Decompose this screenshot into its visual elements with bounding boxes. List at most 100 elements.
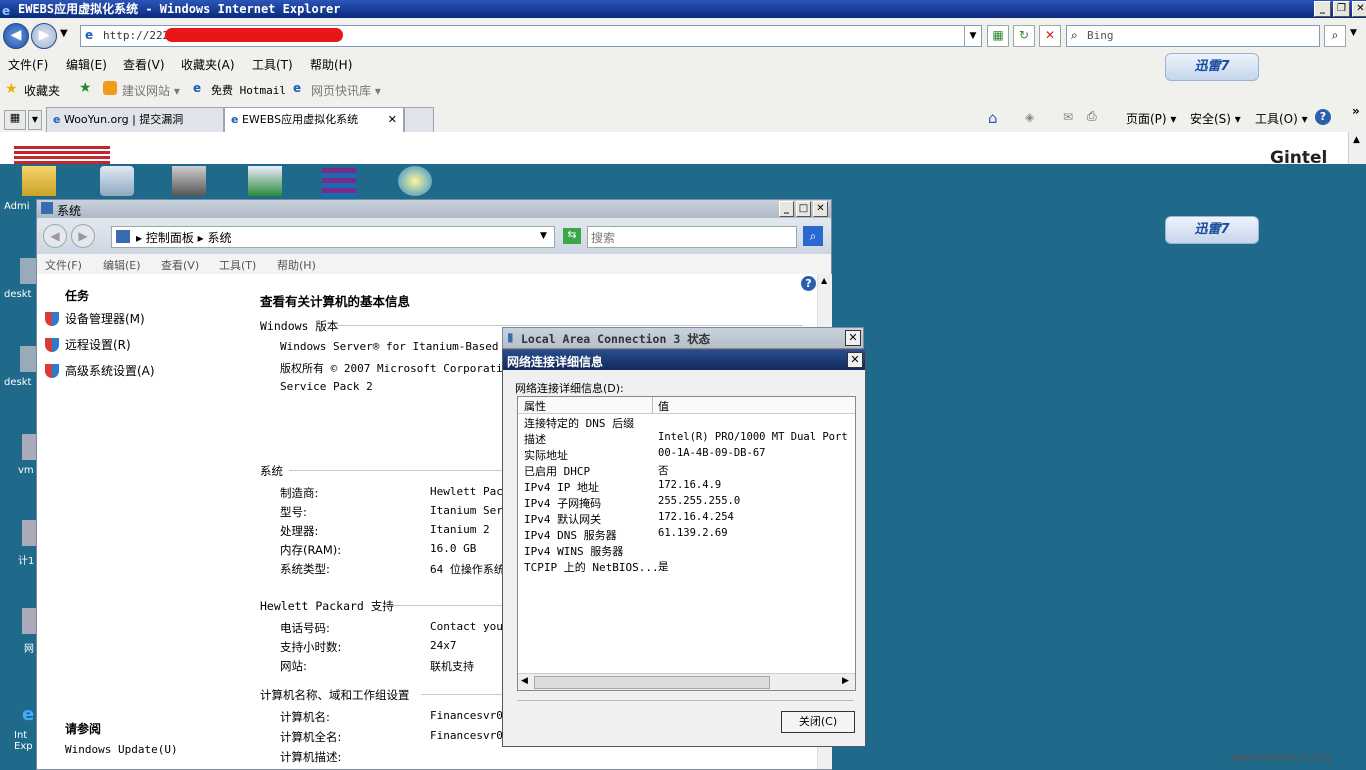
vm-icon[interactable] <box>22 434 36 460</box>
stop-icon[interactable]: ✕ <box>1039 25 1061 47</box>
tab-close-icon[interactable]: ✕ <box>388 108 397 132</box>
scroll-left-icon[interactable]: ◀ <box>521 676 528 686</box>
safety-menu[interactable]: 安全(S) ▾ <box>1190 110 1241 127</box>
system-search-icon[interactable]: ⌕ <box>803 226 823 246</box>
column-header-value[interactable]: 值 <box>658 398 669 414</box>
close-button[interactable]: ✕ <box>1352 1 1366 17</box>
system-breadcrumb[interactable]: ▸ 控制面板 ▸ 系统 <box>136 229 232 246</box>
chat-icon[interactable] <box>398 166 432 196</box>
favorites-button[interactable]: 收藏夹 <box>24 82 60 99</box>
quick-tabs-icon[interactable]: ▦ <box>4 110 26 130</box>
system-minimize-button[interactable]: _ <box>779 201 794 217</box>
search-go-icon[interactable]: ⌕ <box>1324 25 1346 47</box>
online-support-link[interactable]: 联机支持 <box>430 658 502 674</box>
web-slice-gallery-link[interactable]: 网页快讯库 ▾ <box>311 82 381 99</box>
desktop-shortcut-icon[interactable] <box>20 346 36 372</box>
add-favorite-icon[interactable]: ★ <box>79 80 92 96</box>
address-dropdown-icon[interactable]: ▼ <box>540 231 547 241</box>
row-value-gateway: 172.16.4.254 <box>658 511 734 523</box>
history-dropdown-icon[interactable]: ▼ <box>60 28 68 39</box>
sys-menu-file[interactable]: 文件(F) <box>45 257 82 273</box>
scroll-thumb[interactable] <box>534 676 770 689</box>
device-manager-link[interactable]: 设备管理器(M) <box>65 310 145 327</box>
row-prop-dns: IPv4 DNS 服务器 <box>524 529 617 542</box>
menu-tools[interactable]: 工具(T) <box>252 56 293 73</box>
winrar-icon[interactable] <box>322 168 356 198</box>
restore-button[interactable]: ❐ <box>1333 1 1350 17</box>
excel-icon[interactable] <box>248 166 282 196</box>
lac-status-title-bar[interactable]: ▮ Local Area Connection 3 状态 ✕ <box>502 327 864 349</box>
details-close-x-button[interactable]: ✕ <box>847 352 863 368</box>
hotmail-link[interactable]: 免费 Hotmail <box>211 82 286 98</box>
search-dropdown-icon[interactable]: ▼ <box>1350 28 1357 38</box>
lac-close-button[interactable]: ✕ <box>845 330 861 346</box>
refresh-icon[interactable]: ↻ <box>1013 25 1035 47</box>
ie-desktop-icon[interactable]: e <box>22 704 36 726</box>
shortcut-tool-icon[interactable] <box>172 166 206 196</box>
folder-icon[interactable] <box>22 166 56 196</box>
system-maximize-button[interactable]: □ <box>796 201 811 217</box>
advanced-settings-link[interactable]: 高级系统设置(A) <box>65 362 155 379</box>
row-value-description: Intel(R) PRO/1000 MT Dual Port Se <box>658 431 854 443</box>
help-icon[interactable]: ? <box>801 276 816 291</box>
suggested-sites-link[interactable]: 建议网站 ▾ <box>122 82 180 99</box>
help-icon[interactable]: ? <box>1315 109 1331 125</box>
horizontal-scrollbar[interactable]: ◀ ▶ <box>518 673 855 690</box>
address-dropdown-icon[interactable]: ▼ <box>964 26 981 46</box>
scroll-up-icon[interactable]: ▲ <box>821 276 827 285</box>
tools-menu[interactable]: 工具(O) ▾ <box>1255 110 1308 127</box>
system-address-bar[interactable]: ▸ 控制面板 ▸ 系统 ▼ <box>111 226 555 248</box>
menu-help[interactable]: 帮助(H) <box>310 56 352 73</box>
computer-icon[interactable] <box>22 520 36 546</box>
row-value-ip: 172.16.4.9 <box>658 479 722 491</box>
tab-ewebs[interactable]: e EWEBS应用虚拟化系统 ✕ <box>224 107 404 133</box>
network-icon[interactable] <box>22 608 36 634</box>
menu-edit[interactable]: 编辑(E) <box>66 56 107 73</box>
watermark: www.wooyun.org <box>1230 750 1333 764</box>
windows-update-link[interactable]: Windows Update(U) <box>65 743 178 756</box>
menu-file[interactable]: 文件(F) <box>8 56 48 73</box>
sys-menu-help[interactable]: 帮助(H) <box>277 257 316 273</box>
edition-value: Windows Server® for Itanium-Based Sys <box>280 340 502 353</box>
minimize-button[interactable]: _ <box>1314 1 1331 17</box>
details-title-bar[interactable]: 网络连接详细信息 ✕ <box>503 350 865 370</box>
mail-icon[interactable]: ✉ <box>1063 110 1073 124</box>
ram-value: 16.0 GB <box>430 542 477 555</box>
remote-settings-link[interactable]: 远程设置(R) <box>65 336 131 353</box>
ie-search-box[interactable]: ⌕ Bing <box>1066 25 1320 47</box>
tab-wooyun[interactable]: e WooYun.org | 提交漏洞 <box>46 107 224 133</box>
xunlei-button-top[interactable]: 迅雷7 <box>1165 53 1259 81</box>
system-close-button[interactable]: ✕ <box>813 201 828 217</box>
desktop-shortcut-icon[interactable] <box>20 258 36 284</box>
sys-menu-view[interactable]: 查看(V) <box>161 257 199 273</box>
system-title-bar[interactable]: 系统 _ □ ✕ <box>37 200 831 218</box>
scroll-right-icon[interactable]: ▶ <box>842 676 849 686</box>
details-listview[interactable]: 属性 值 连接特定的 DNS 后缀 描述 Intel(R) PRO/1000 M… <box>517 396 856 691</box>
toolbar-overflow-icon[interactable]: » <box>1352 104 1360 118</box>
forward-button[interactable]: ▶ <box>31 23 57 49</box>
system-back-button[interactable]: ◀ <box>43 224 67 248</box>
system-forward-button[interactable]: ▶ <box>71 224 95 248</box>
print-icon[interactable]: ⎙ <box>1087 109 1097 124</box>
desktop-label-2: deskt <box>4 377 32 388</box>
compat-view-icon[interactable]: ▦ <box>987 25 1009 47</box>
recycle-bin-icon[interactable] <box>100 166 134 196</box>
column-divider[interactable] <box>652 397 653 413</box>
home-icon[interactable]: ⌂ <box>988 109 998 127</box>
page-scrollbar[interactable]: ▲ <box>1348 132 1366 164</box>
new-tab-button[interactable] <box>404 107 434 133</box>
scroll-up-icon[interactable]: ▲ <box>1353 135 1360 145</box>
sys-menu-tools[interactable]: 工具(T) <box>219 257 256 273</box>
tab-list-icon[interactable]: ▼ <box>28 110 42 130</box>
xunlei-button-desktop[interactable]: 迅雷7 <box>1165 216 1259 244</box>
menu-favorites[interactable]: 收藏夹(A) <box>181 56 235 73</box>
feeds-icon[interactable]: ◈ <box>1025 110 1034 124</box>
page-menu[interactable]: 页面(P) ▾ <box>1126 110 1176 127</box>
system-search-input[interactable]: 搜索 <box>587 226 797 248</box>
close-button[interactable]: 关闭(C) <box>781 711 855 733</box>
column-header-property[interactable]: 属性 <box>524 398 546 414</box>
go-icon[interactable]: ⇆ <box>563 228 581 244</box>
menu-view[interactable]: 查看(V) <box>123 56 165 73</box>
back-button[interactable]: ◀ <box>3 23 29 49</box>
sys-menu-edit[interactable]: 编辑(E) <box>103 257 141 273</box>
